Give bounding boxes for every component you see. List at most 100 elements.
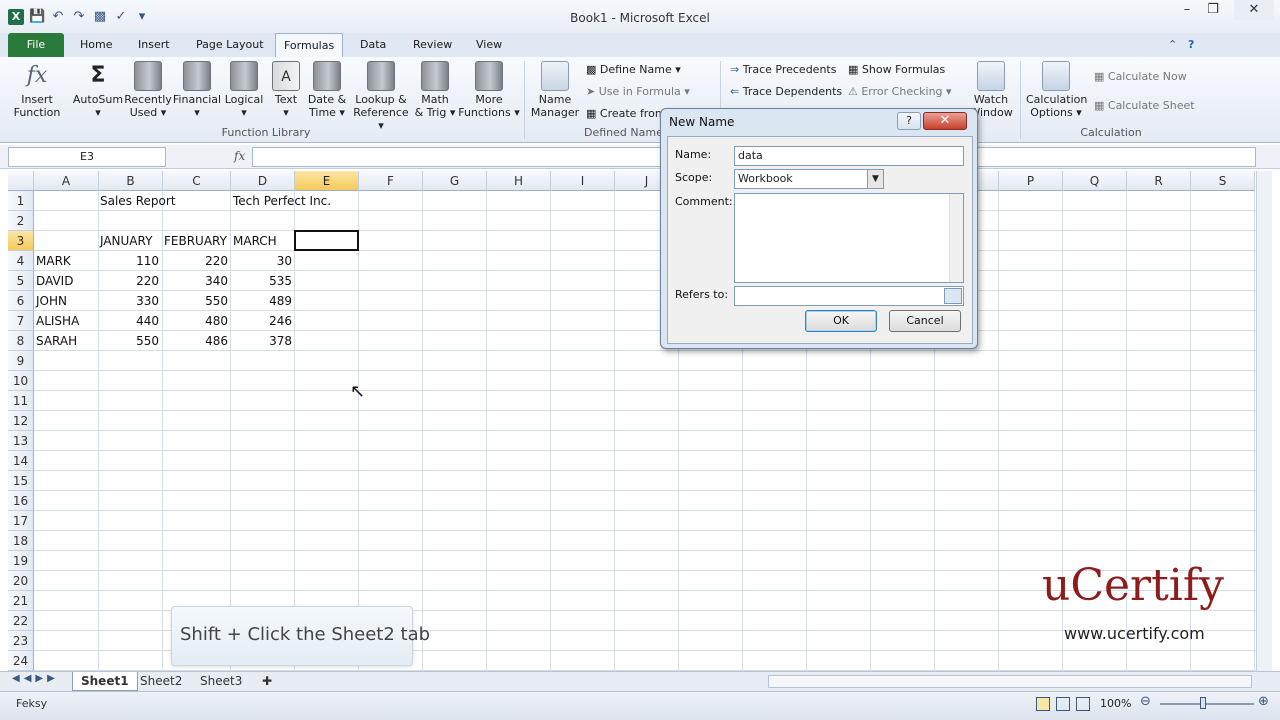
scope-select[interactable]: Workbook ▼ — [734, 169, 884, 189]
autosum-button[interactable]: Σ AutoSum ▾ — [70, 61, 126, 119]
row-header-20[interactable]: 20 — [8, 571, 34, 591]
zoom-out-icon[interactable]: ⊖ — [1140, 694, 1151, 709]
error-checking-button[interactable]: ⚠ Error Checking ▾ — [848, 85, 952, 98]
insert-function-icon[interactable]: fx — [234, 149, 245, 163]
date-time-button[interactable]: Date & Time ▾ — [304, 61, 350, 119]
row-header-5[interactable]: 5 — [8, 271, 34, 291]
row-header-12[interactable]: 12 — [8, 411, 34, 431]
cell-d3[interactable]: MARCH — [233, 231, 277, 251]
horizontal-scrollbar[interactable] — [768, 675, 1252, 688]
row-header-14[interactable]: 14 — [8, 451, 34, 471]
text-button[interactable]: A Text ▾ — [268, 61, 304, 119]
close-button[interactable]: ✕ — [1234, 0, 1274, 20]
column-header-f[interactable]: F — [359, 171, 423, 191]
column-header-h[interactable]: H — [487, 171, 551, 191]
tab-page-layout[interactable]: Page Layout — [188, 33, 272, 57]
tab-data[interactable]: Data — [352, 33, 394, 57]
cell-jan-row6[interactable]: 330 — [99, 291, 159, 311]
row-header-19[interactable]: 19 — [8, 551, 34, 571]
tab-insert[interactable]: Insert — [130, 33, 178, 57]
column-header-p[interactable]: P — [999, 171, 1063, 191]
row-header-2[interactable]: 2 — [8, 211, 34, 231]
name-manager-button[interactable]: Name Manager — [530, 61, 580, 119]
cell-feb-row8[interactable]: 486 — [163, 331, 228, 351]
cell-jan-row8[interactable]: 550 — [99, 331, 159, 351]
minimize-button[interactable]: – — [1174, 0, 1200, 20]
cell-mar-row4[interactable]: 30 — [231, 251, 292, 271]
row-header-23[interactable]: 23 — [8, 631, 34, 651]
row-header-1[interactable]: 1 — [8, 191, 34, 211]
page-break-view-icon[interactable] — [1076, 697, 1090, 711]
calculate-now-button[interactable]: ▦ Calculate Now — [1094, 70, 1187, 83]
cell-b3[interactable]: JANUARY — [100, 231, 152, 251]
tab-review[interactable]: Review — [405, 33, 460, 57]
zoom-slider-thumb[interactable] — [1200, 697, 1206, 709]
column-header-a[interactable]: A — [34, 171, 99, 191]
sheet-tab-sheet3[interactable]: Sheet3 — [192, 672, 250, 691]
dialog-help-button[interactable]: ? — [897, 112, 921, 130]
cell-name-row5[interactable]: DAVID — [36, 271, 96, 291]
math-trig-button[interactable]: Math & Trig ▾ — [412, 61, 458, 119]
row-header-24[interactable]: 24 — [8, 651, 34, 671]
column-header-s[interactable]: S — [1191, 171, 1255, 191]
cell-feb-row4[interactable]: 220 — [163, 251, 228, 271]
recently-used-button[interactable]: Recently Used ▾ — [124, 61, 172, 119]
row-header-3[interactable]: 3 — [8, 231, 34, 251]
cell-mar-row7[interactable]: 246 — [231, 311, 292, 331]
comment-textarea[interactable] — [734, 193, 964, 283]
column-header-i[interactable]: I — [551, 171, 615, 191]
cell-name-row6[interactable]: JOHN — [36, 291, 96, 311]
refers-to-input[interactable] — [734, 286, 964, 306]
row-header-15[interactable]: 15 — [8, 471, 34, 491]
column-header-g[interactable]: G — [423, 171, 487, 191]
tab-file[interactable]: File — [8, 33, 64, 57]
row-header-10[interactable]: 10 — [8, 371, 34, 391]
select-all-corner[interactable] — [8, 171, 34, 191]
sheet-tab-sheet2[interactable]: Sheet2 — [132, 672, 190, 691]
calculate-sheet-button[interactable]: ▦ Calculate Sheet — [1094, 99, 1195, 112]
ok-button[interactable]: OK — [805, 310, 877, 332]
cell-b1[interactable]: Sales Report — [100, 191, 176, 211]
tab-formulas[interactable]: Formulas — [275, 33, 344, 58]
column-header-e[interactable]: E — [295, 171, 359, 191]
vertical-scrollbar[interactable] — [1256, 171, 1272, 671]
dialog-close-button[interactable]: ✕ — [923, 112, 967, 130]
define-name-button[interactable]: ▩ Define Name ▾ — [586, 63, 681, 76]
trace-dependents-button[interactable]: ⇐ Trace Dependents — [730, 85, 842, 98]
show-formulas-button[interactable]: ▦ Show Formulas — [848, 63, 945, 76]
page-layout-view-icon[interactable] — [1056, 697, 1070, 711]
use-in-formula-button[interactable]: ➤ Use in Formula ▾ — [586, 85, 690, 98]
cell-jan-row5[interactable]: 220 — [99, 271, 159, 291]
calculation-options-button[interactable]: Calculation Options ▾ — [1026, 61, 1087, 119]
insert-sheet-icon[interactable]: ✚ — [254, 672, 280, 691]
cell-mar-row8[interactable]: 378 — [231, 331, 292, 351]
comment-scrollbar[interactable] — [949, 194, 963, 282]
trace-precedents-button[interactable]: ⇒ Trace Precedents — [730, 63, 836, 76]
zoom-slider[interactable] — [1160, 703, 1254, 705]
column-header-r[interactable]: R — [1127, 171, 1191, 191]
tab-home[interactable]: Home — [72, 33, 120, 57]
cell-feb-row7[interactable]: 480 — [163, 311, 228, 331]
insert-function-button[interactable]: 𝑓x Insert Function — [10, 61, 64, 119]
row-header-9[interactable]: 9 — [8, 351, 34, 371]
row-header-22[interactable]: 22 — [8, 611, 34, 631]
more-functions-button[interactable]: More Functions ▾ — [458, 61, 520, 119]
logical-button[interactable]: Logical ▾ — [222, 61, 266, 119]
cell-jan-row7[interactable]: 440 — [99, 311, 159, 331]
column-header-b[interactable]: B — [99, 171, 163, 191]
name-box[interactable]: E3 — [8, 147, 166, 167]
row-header-21[interactable]: 21 — [8, 591, 34, 611]
row-header-11[interactable]: 11 — [8, 391, 34, 411]
zoom-level[interactable]: 100% — [1100, 697, 1131, 710]
cancel-button[interactable]: Cancel — [889, 310, 961, 332]
collapse-dialog-icon[interactable] — [944, 288, 962, 304]
sheet-tab-sheet1[interactable]: Sheet1 — [72, 672, 138, 691]
cell-feb-row5[interactable]: 340 — [163, 271, 228, 291]
selected-cell-e3[interactable] — [294, 230, 359, 251]
row-header-16[interactable]: 16 — [8, 491, 34, 511]
row-header-17[interactable]: 17 — [8, 511, 34, 531]
row-header-18[interactable]: 18 — [8, 531, 34, 551]
financial-button[interactable]: Financial ▾ — [172, 61, 222, 119]
lookup-reference-button[interactable]: Lookup & Reference ▾ — [350, 61, 412, 132]
cell-name-row4[interactable]: MARK — [36, 251, 96, 271]
